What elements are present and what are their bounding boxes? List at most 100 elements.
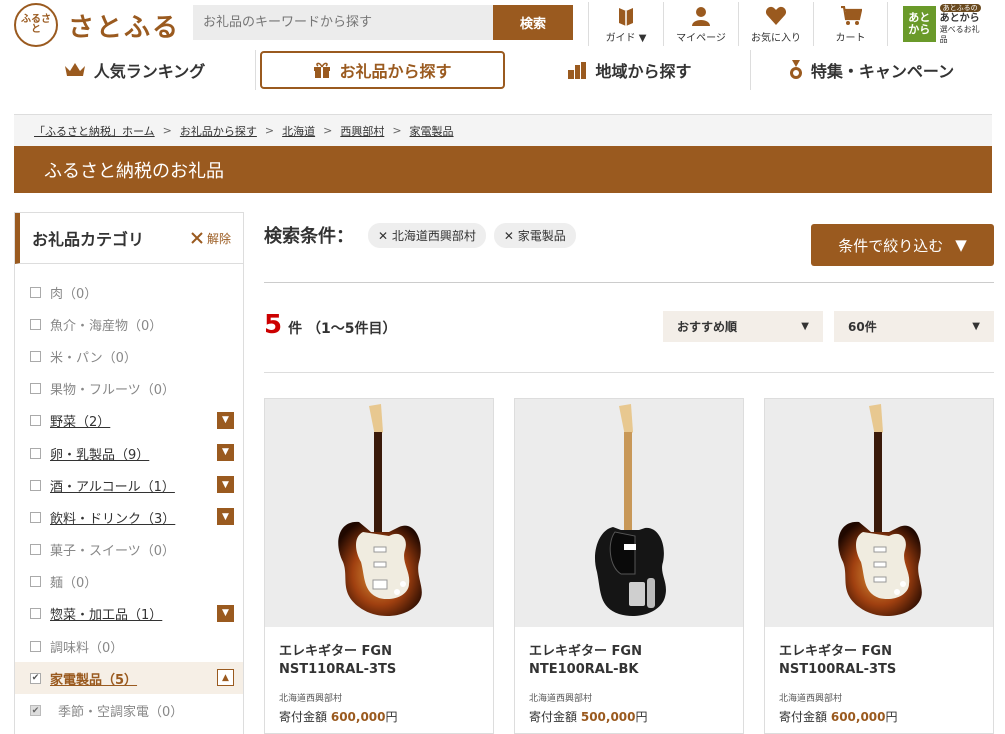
expand-toggle-icon[interactable]: ▼ <box>217 443 234 461</box>
checkbox-disabled[interactable]: ✔ <box>30 705 41 717</box>
nav-campaign[interactable]: 特集・キャンペーン <box>751 50 992 90</box>
building-icon <box>568 62 587 79</box>
checkbox[interactable] <box>30 286 41 298</box>
atokara-logo: あと から <box>903 6 936 42</box>
search-conditions: 検索条件： ✕ 北海道西興部村 ✕ 家電製品 <box>264 222 584 248</box>
product-card[interactable]: エレキギター FGN NST110RAL-3TS 北海道西興部村 寄付金額 60… <box>264 398 494 734</box>
category-label: 調味料（0） <box>50 640 124 656</box>
category-item[interactable]: 菓子・スイーツ（0） <box>15 534 243 566</box>
breadcrumb-gifts[interactable]: お礼品から探す <box>180 123 257 139</box>
expand-toggle-icon[interactable]: ▼ <box>217 411 234 429</box>
checkbox[interactable] <box>30 544 41 556</box>
site-header: ふるさと さとふる 検索 ガイド ▼ マイページ お気に入り カート あと から… <box>0 0 1005 47</box>
breadcrumb-municipality[interactable]: 西興部村 <box>340 123 384 139</box>
nav-ranking[interactable]: 人気ランキング <box>14 50 256 90</box>
product-image[interactable] <box>765 399 993 627</box>
category-item[interactable]: 米・パン（0） <box>15 340 243 372</box>
checkbox[interactable] <box>30 479 41 491</box>
category-list: 肉（0） 魚介・海産物（0） 米・パン（0） 果物・フルーツ（0） 野菜（2） ▼… <box>15 264 243 727</box>
checkbox[interactable] <box>30 318 41 330</box>
nav-region[interactable]: 地域から探す <box>509 50 751 90</box>
checkbox[interactable] <box>30 447 41 459</box>
breadcrumb: 「ふるさと納税」ホーム > お礼品から探す > 北海道 > 西興部村 > 家電製品 <box>14 115 992 146</box>
clear-category-button[interactable]: 解除 <box>190 230 231 247</box>
product-region: 北海道西興部村 <box>529 694 593 704</box>
category-item[interactable]: 肉（0） <box>15 276 243 308</box>
expand-toggle-icon[interactable]: ▼ <box>217 604 234 622</box>
category-item[interactable]: 惣菜・加工品（1） ▼ <box>15 598 243 630</box>
breadcrumb-home[interactable]: 「ふるさと納税」ホーム <box>34 123 155 139</box>
checkbox-checked[interactable]: ✔ <box>30 672 41 684</box>
checkbox[interactable] <box>30 511 41 523</box>
chevron-down-icon: ▼ <box>972 321 980 332</box>
nav-gifts[interactable]: お礼品から探す <box>260 51 505 89</box>
category-item[interactable]: 魚介・海産物（0） <box>15 308 243 340</box>
category-item[interactable]: 調味料（0） <box>15 630 243 662</box>
search-input[interactable] <box>193 5 493 40</box>
category-item-selected[interactable]: ✔ 家電製品（5） ▲ <box>15 662 243 695</box>
product-card[interactable]: エレキギター FGN NST100RAL-3TS 北海道西興部村 寄付金額 60… <box>764 398 994 734</box>
checkbox[interactable] <box>30 383 41 395</box>
result-count-text: 件 （1～5件目） <box>288 321 397 337</box>
site-logo[interactable]: ふるさと さとふる <box>14 3 180 47</box>
category-item[interactable]: 飲料・ドリンク（3） ▼ <box>15 501 243 533</box>
crown-icon <box>64 63 85 76</box>
category-item[interactable]: 卵・乳製品（9） ▼ <box>15 437 243 469</box>
category-label: 魚介・海産物（0） <box>50 318 163 334</box>
triangle-down-icon: ▼ <box>955 236 967 254</box>
price-label: 寄付金額 <box>779 710 828 724</box>
sidebar-header: お礼品カテゴリ 解除 <box>15 213 243 264</box>
expand-toggle-icon[interactable]: ▼ <box>217 508 234 526</box>
product-card[interactable]: エレキギター FGN NTE100RAL-BK 北海道西興部村 寄付金額 500… <box>514 398 744 734</box>
logo-text: さとふる <box>68 12 181 43</box>
refine-button[interactable]: 条件で絞り込む ▼ <box>811 224 994 266</box>
breadcrumb-separator: > <box>323 124 333 137</box>
close-icon <box>191 232 203 244</box>
price-unit: 円 <box>385 710 398 724</box>
checkbox[interactable] <box>30 415 41 427</box>
product-image[interactable] <box>265 399 493 627</box>
nav-ranking-label: 人気ランキング <box>93 62 206 81</box>
mypage-link[interactable]: マイページ <box>663 2 738 46</box>
favorites-link[interactable]: お気に入り <box>738 2 813 46</box>
category-item[interactable]: 酒・アルコール（1） ▼ <box>15 469 243 501</box>
strat-guitar-sunburst-image <box>338 404 422 617</box>
subcategory-item[interactable]: ✔ 季節・空調家電（0） <box>15 694 243 726</box>
main-nav: 人気ランキング お礼品から探す 地域から探す 特集・キャンペーン <box>14 50 992 90</box>
category-label: 酒・アルコール（1） <box>50 479 175 495</box>
guide-menu[interactable]: ガイド ▼ <box>588 2 663 46</box>
product-title[interactable]: エレキギター FGN NTE100RAL-BK <box>529 643 729 683</box>
breadcrumb-category[interactable]: 家電製品 <box>410 123 454 139</box>
search-button[interactable]: 検索 <box>493 5 573 40</box>
collapse-toggle-icon[interactable]: ▲ <box>217 669 234 687</box>
product-image[interactable] <box>515 399 743 627</box>
breadcrumb-prefecture[interactable]: 北海道 <box>282 123 315 139</box>
category-label: 飲料・ドリンク（3） <box>50 511 176 527</box>
price-value: 600,000 <box>830 710 886 724</box>
checkbox[interactable] <box>30 608 41 620</box>
category-item[interactable]: 果物・フルーツ（0） <box>15 373 243 405</box>
category-item[interactable]: 麺（0） <box>15 566 243 598</box>
product-price: 寄付金額 500,000円 <box>529 708 729 725</box>
category-label: 麺（0） <box>50 576 98 592</box>
expand-toggle-icon[interactable]: ▼ <box>217 476 234 494</box>
checkbox[interactable] <box>30 350 41 362</box>
cart-link[interactable]: カート <box>813 2 888 46</box>
checkbox[interactable] <box>30 640 41 652</box>
product-price: 寄付金額 600,000円 <box>779 708 979 725</box>
product-price: 寄付金額 600,000円 <box>279 708 479 725</box>
price-label: 寄付金額 <box>529 710 578 724</box>
condition-chip[interactable]: ✕ 家電製品 <box>493 222 576 248</box>
cart-icon <box>840 6 862 25</box>
condition-chip[interactable]: ✕ 北海道西興部村 <box>368 222 486 248</box>
product-title[interactable]: エレキギター FGN NST100RAL-3TS <box>779 643 979 683</box>
product-title[interactable]: エレキギター FGN NST110RAL-3TS <box>279 643 479 683</box>
sort-select[interactable]: おすすめ順 ▼ <box>663 311 823 342</box>
per-page-select[interactable]: 60件 ▼ <box>834 311 994 342</box>
logo-seal-icon: ふるさと <box>14 3 58 47</box>
checkbox[interactable] <box>30 576 41 588</box>
product-region: 北海道西興部村 <box>779 694 843 704</box>
category-item[interactable]: 野菜（2） ▼ <box>15 405 243 437</box>
sort-value: おすすめ順 <box>677 320 738 334</box>
atokara-banner[interactable]: あと から あとふるの あとから 選べるお礼品 <box>903 3 983 44</box>
